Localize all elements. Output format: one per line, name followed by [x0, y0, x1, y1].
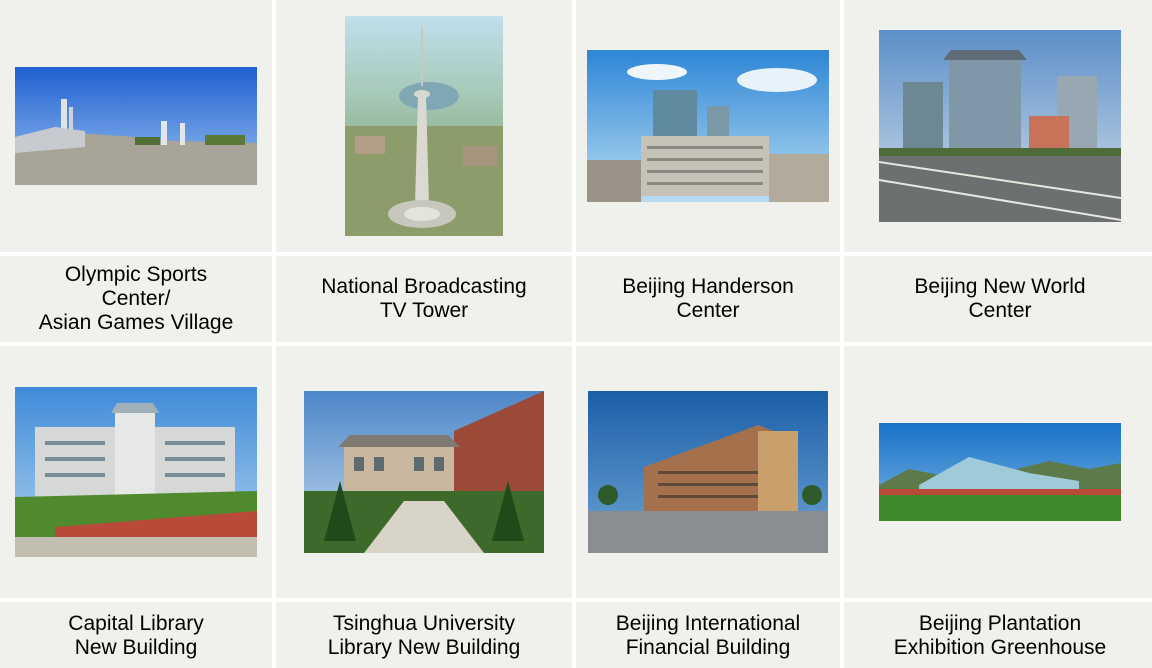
caption-sports-center: Olympic Sports Center/ Asian Games Villa… — [38, 263, 234, 334]
caption-capital-library: Capital Library New Building — [68, 612, 204, 659]
photo-cell-greenhouse — [844, 346, 1152, 598]
photo-cell-tsinghua-library — [276, 346, 572, 598]
photo-cell-sports-center — [0, 0, 272, 252]
caption-handerson-center: Beijing Handerson Center — [622, 275, 794, 322]
photo-cell-capital-library — [0, 346, 272, 598]
caption-financial-building: Beijing International Financial Building — [615, 612, 801, 659]
caption-cell: Beijing Handerson Center — [576, 256, 840, 342]
caption-new-world-center: Beijing New World Center — [914, 275, 1086, 322]
caption-cell: Beijing New World Center — [844, 256, 1152, 342]
caption-tv-tower: National Broadcasting TV Tower — [321, 275, 527, 322]
caption-cell: National Broadcasting TV Tower — [276, 256, 572, 342]
financial-building-photo — [588, 391, 828, 553]
caption-cell: Olympic Sports Center/ Asian Games Villa… — [0, 256, 272, 342]
caption-tsinghua-library: Tsinghua University Library New Building — [327, 612, 521, 659]
caption-cell: Beijing Plantation Exhibition Greenhouse — [844, 602, 1152, 668]
new-world-center-photo — [879, 30, 1121, 222]
photo-cell-tv-tower — [276, 0, 572, 252]
sports-center-photo — [15, 67, 257, 185]
building-gallery-grid: Olympic Sports Center/ Asian Games Villa… — [0, 0, 1152, 668]
handerson-center-photo — [587, 50, 829, 202]
photo-cell-new-world-center — [844, 0, 1152, 252]
photo-cell-financial-building — [576, 346, 840, 598]
caption-greenhouse: Beijing Plantation Exhibition Greenhouse — [893, 612, 1107, 659]
caption-cell: Beijing International Financial Building — [576, 602, 840, 668]
tv-tower-photo — [345, 16, 503, 236]
greenhouse-photo — [879, 423, 1121, 521]
tsinghua-library-photo — [304, 391, 544, 553]
capital-library-photo — [15, 387, 257, 557]
photo-cell-handerson-center — [576, 0, 840, 252]
caption-cell: Tsinghua University Library New Building — [276, 602, 572, 668]
caption-cell: Capital Library New Building — [0, 602, 272, 668]
